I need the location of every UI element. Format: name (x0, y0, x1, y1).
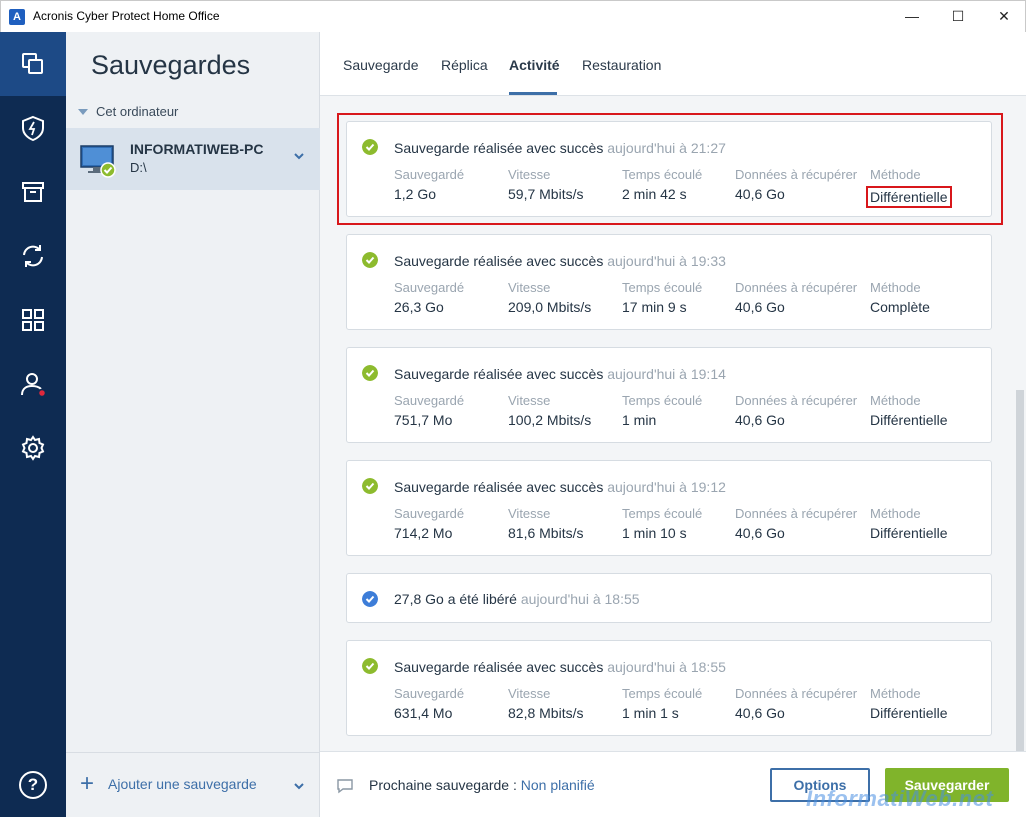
col-recoverable: Données à récupérer 40,6 Go (735, 280, 858, 315)
col-recoverable: Données à récupérer 40,6 Go (735, 506, 858, 541)
next-backup-status: Prochaine sauvegarde : Non planifié (369, 777, 595, 793)
success-check-icon (362, 478, 378, 494)
computer-icon (80, 145, 116, 178)
success-check-icon (362, 365, 378, 381)
col-method: Méthode Complète (870, 280, 930, 315)
tab-bar: Sauvegarde Réplica Activité Restauration (320, 32, 1026, 96)
rail-item-account[interactable] (0, 352, 66, 416)
col-elapsed: Temps écoulé 1 min 10 s (622, 506, 703, 541)
tab-sauvegarde[interactable]: Sauvegarde (343, 57, 419, 73)
col-speed: Vitesse 59,7 Mbits/s (508, 167, 584, 202)
success-check-icon (362, 139, 378, 155)
activity-card: Sauvegarde réalisée avec succès aujourd'… (346, 121, 992, 217)
col-saved: Sauvegardé 631,4 Mo (394, 686, 465, 721)
collapse-triangle-icon (78, 108, 88, 115)
col-recoverable: Données à récupérer 40,6 Go (735, 686, 858, 721)
activity-headline: Sauvegarde réalisée avec succès aujourd'… (394, 479, 726, 495)
acronis-app-icon: A (9, 9, 25, 25)
backup-drive: D:\ (130, 160, 147, 175)
tools-grid-icon (22, 309, 44, 331)
col-method: Méthode Différentielle (870, 686, 948, 721)
rail-item-settings[interactable] (0, 416, 66, 480)
settings-gear-icon (21, 435, 45, 461)
col-method: Méthode Différentielle (866, 167, 952, 208)
minimize-button[interactable]: — (889, 1, 935, 33)
watermark: InformatiWeb.net (806, 786, 994, 811)
activity-card: Sauvegarde réalisée avec succès aujourd'… (346, 234, 992, 330)
col-elapsed: Temps écoulé 2 min 42 s (622, 167, 703, 202)
activity-headline: Sauvegarde réalisée avec succès aujourd'… (394, 366, 726, 382)
col-speed: Vitesse 209,0 Mbits/s (508, 280, 592, 315)
archive-icon (22, 182, 44, 202)
nav-rail: ? (0, 32, 66, 817)
rail-item-protection[interactable] (0, 96, 66, 160)
add-backup-label: Ajouter une sauvegarde (108, 776, 257, 792)
group-label: Cet ordinateur (96, 104, 179, 119)
info-check-icon (362, 591, 378, 607)
rail-item-archive[interactable] (0, 160, 66, 224)
activity-card: Sauvegarde réalisée avec succès aujourd'… (346, 347, 992, 443)
col-saved: Sauvegardé 751,7 Mo (394, 393, 465, 428)
activity-headline: Sauvegarde réalisée avec succès aujourd'… (394, 253, 726, 269)
col-saved: Sauvegardé 26,3 Go (394, 280, 465, 315)
next-backup-value: Non planifié (520, 777, 595, 793)
rail-item-tools[interactable] (0, 288, 66, 352)
col-speed: Vitesse 100,2 Mbits/s (508, 393, 592, 428)
col-elapsed: Temps écoulé 1 min 1 s (622, 686, 703, 721)
backups-icon (22, 53, 43, 74)
col-speed: Vitesse 81,6 Mbits/s (508, 506, 584, 541)
feed-scrollbar[interactable] (1016, 390, 1024, 751)
col-recoverable: Données à récupérer 40,6 Go (735, 167, 858, 202)
protection-shield-icon (22, 115, 44, 142)
window-title: Acronis Cyber Protect Home Office (33, 9, 220, 23)
main-panel: Sauvegarde Réplica Activité Restauration… (320, 32, 1026, 817)
col-saved: Sauvegardé 714,2 Mo (394, 506, 465, 541)
activity-card: Sauvegarde réalisée avec succès aujourd'… (346, 460, 992, 556)
col-saved: Sauvegardé 1,2 Go (394, 167, 465, 202)
sync-icon (23, 245, 43, 267)
activity-card: Sauvegarde réalisée avec succès aujourd'… (346, 640, 992, 736)
col-recoverable: Données à récupérer 40,6 Go (735, 393, 858, 428)
plus-icon: + (80, 770, 95, 797)
col-method: Méthode Différentielle (870, 393, 948, 428)
account-icon (21, 373, 47, 398)
title-bar: A Acronis Cyber Protect Home Office — ☐ … (0, 0, 1026, 32)
activity-feed: Sauvegarde réalisée avec succès aujourd'… (320, 96, 1026, 751)
method-highlight: Différentielle (866, 186, 952, 208)
activity-headline: Sauvegarde réalisée avec succès aujourd'… (394, 659, 726, 675)
col-elapsed: Temps écoulé 1 min (622, 393, 703, 428)
activity-card-info: 27,8 Go a été libéré aujourd'hui à 18:55 (346, 573, 992, 623)
tab-replica[interactable]: Réplica (441, 57, 488, 73)
tab-activite[interactable]: Activité (509, 57, 560, 73)
group-this-computer[interactable]: Cet ordinateur (78, 104, 178, 119)
activity-headline: 27,8 Go a été libéré aujourd'hui à 18:55 (394, 591, 640, 607)
backup-name: INFORMATIWEB-PC (130, 141, 264, 157)
maximize-button[interactable]: ☐ (935, 1, 981, 33)
col-speed: Vitesse 82,8 Mbits/s (508, 686, 584, 721)
sidebar-footer: + Ajouter une sauvegarde (66, 752, 320, 817)
chat-bubble-icon (337, 779, 353, 794)
sidebar-title: Sauvegardes (91, 50, 251, 80)
activity-headline: Sauvegarde réalisée avec succès aujourd'… (394, 140, 726, 156)
col-elapsed: Temps écoulé 17 min 9 s (622, 280, 703, 315)
backups-sidebar: Sauvegardes Cet ordinateur INFORMATIWEB-… (66, 32, 320, 817)
col-method: Méthode Différentielle (870, 506, 948, 541)
add-backup-button[interactable]: + Ajouter une sauvegarde (80, 770, 257, 797)
rail-item-backups[interactable] (0, 32, 66, 96)
close-button[interactable]: ✕ (981, 1, 1026, 33)
success-check-icon (362, 658, 378, 674)
help-button[interactable]: ? (19, 771, 47, 799)
chevron-down-icon[interactable] (293, 780, 305, 792)
backup-item-informatiweb-pc[interactable]: INFORMATIWEB-PC D:\ (66, 128, 320, 190)
active-tab-indicator (509, 92, 557, 95)
chevron-down-icon[interactable] (293, 150, 305, 162)
success-check-icon (362, 252, 378, 268)
rail-item-sync[interactable] (0, 224, 66, 288)
tab-restauration[interactable]: Restauration (582, 57, 661, 73)
